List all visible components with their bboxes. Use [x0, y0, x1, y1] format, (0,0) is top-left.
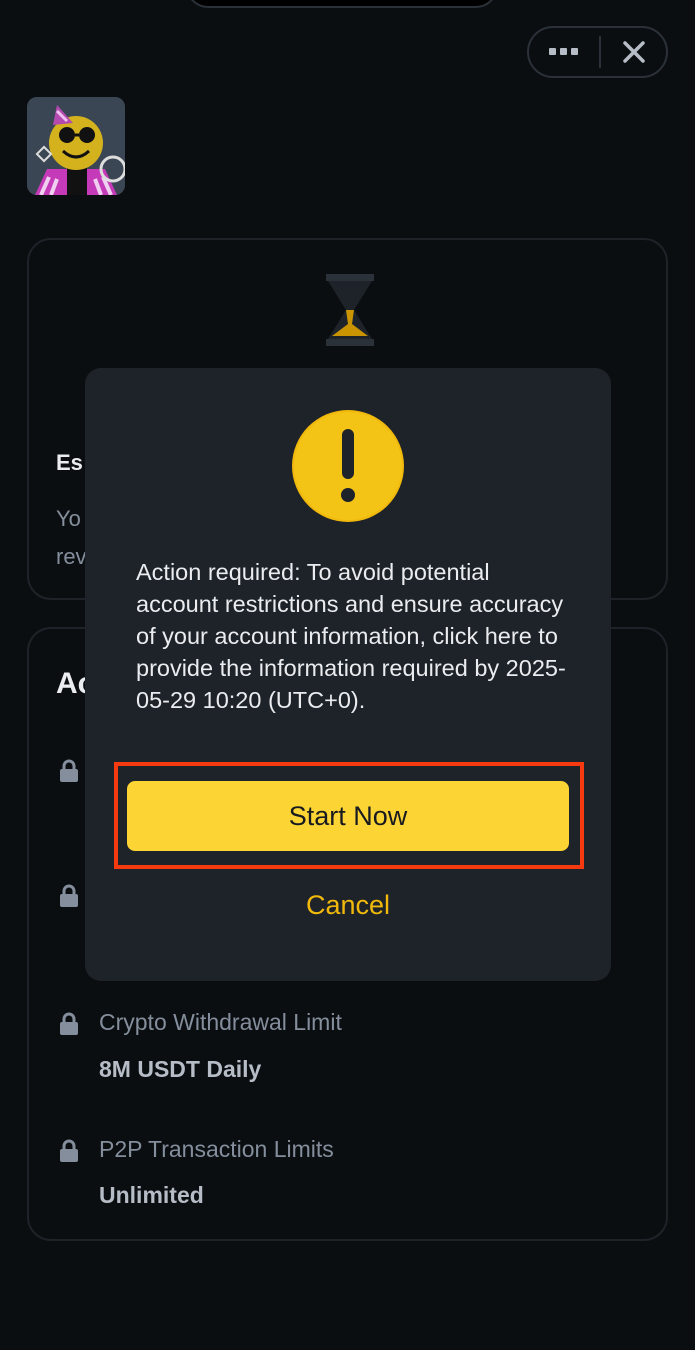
- more-options-button[interactable]: [529, 28, 599, 76]
- limit-value: Unlimited: [99, 1182, 204, 1208]
- avatar: [27, 97, 125, 195]
- dialog-message: Action required: To avoid potential acco…: [136, 559, 566, 713]
- close-button[interactable]: [601, 28, 666, 76]
- close-icon: [622, 41, 645, 63]
- limit-label: Crypto Withdrawal Limit: [99, 1009, 342, 1035]
- hourglass-icon: [326, 274, 374, 346]
- action-required-dialog: Action required: To avoid potential acco…: [85, 368, 611, 981]
- lock-icon: [60, 1139, 78, 1162]
- status-label: Es: [56, 450, 83, 475]
- limit-label: P2P Transaction Limits: [99, 1136, 334, 1162]
- cancel-button[interactable]: Cancel: [248, 883, 448, 928]
- lock-icon: [60, 759, 78, 782]
- start-now-button[interactable]: Start Now: [127, 781, 569, 851]
- lock-icon: [60, 1012, 78, 1035]
- limit-value: 8M USDT Daily: [99, 1056, 262, 1082]
- lock-icon: [60, 884, 78, 907]
- status-description: Yo rev: [56, 506, 87, 569]
- exclamation-icon: [292, 410, 404, 522]
- miniapp-capsule: [527, 26, 668, 78]
- device-notch: [186, 0, 498, 8]
- ellipsis-icon: [549, 48, 578, 55]
